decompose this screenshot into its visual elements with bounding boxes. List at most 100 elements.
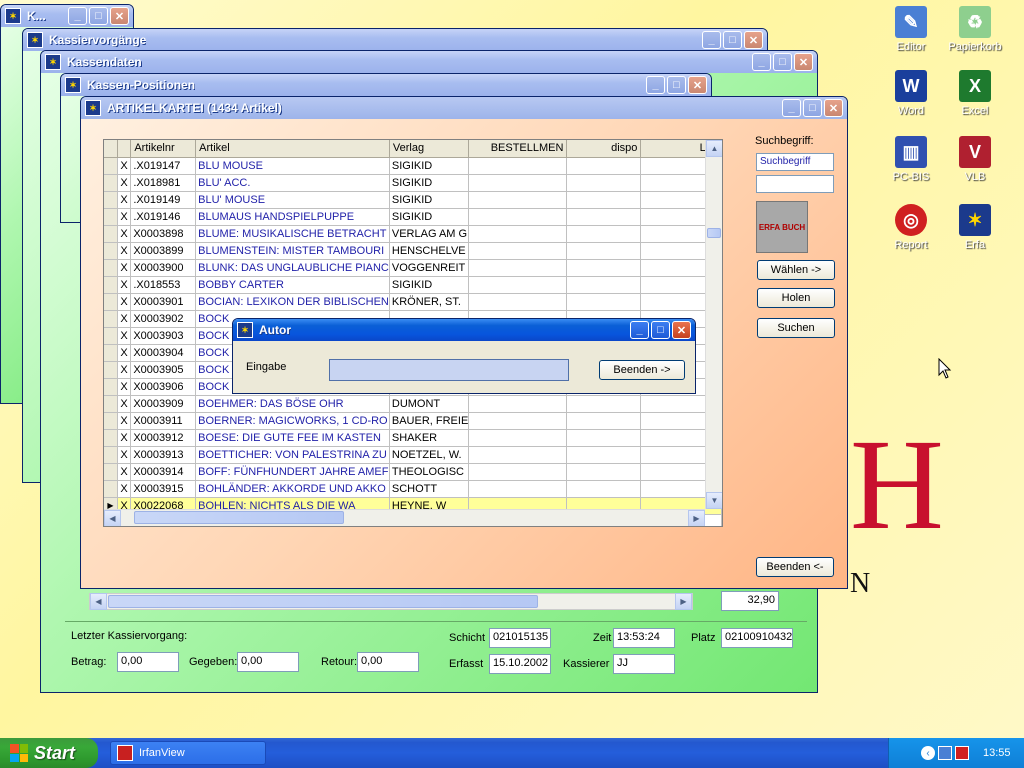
close-icon[interactable]: ✕ [744, 31, 763, 49]
cell-verlag[interactable]: SCHOTT [389, 480, 470, 498]
row-selector[interactable] [104, 242, 118, 260]
row-check[interactable]: X [117, 412, 132, 430]
col-verlag[interactable]: Verlag [389, 140, 470, 158]
table-row[interactable]: X .X019147 BLU MOUSE SIGIKID [104, 157, 722, 175]
cell-verlag[interactable]: SIGIKID [389, 174, 470, 192]
row-selector[interactable] [104, 293, 118, 311]
start-button[interactable]: Start [0, 738, 98, 768]
horizontal-scrollbar[interactable]: ◀ ▶ [89, 593, 693, 610]
cell-bestellmenge[interactable] [468, 446, 568, 464]
row-check[interactable]: X [117, 157, 132, 175]
cell-artikelnr[interactable]: X0003900 [130, 259, 197, 277]
cell-bestellmenge[interactable] [468, 395, 568, 413]
scroll-left-icon[interactable]: ◀ [90, 593, 107, 610]
row-selector[interactable] [104, 361, 118, 379]
row-selector[interactable] [104, 276, 118, 294]
table-row[interactable]: X X0003899 BLUMENSTEIN: MISTER TAMBOURI HEN… [104, 242, 722, 260]
cell-dispo[interactable] [566, 293, 642, 311]
dialog-autor[interactable]: ✶ Autor _ □ ✕ Eingabe Beenden -> [232, 318, 696, 394]
cell-artikel[interactable]: BLU' MOUSE [195, 191, 390, 209]
suchbegriff-field[interactable]: Suchbegriff [756, 153, 834, 171]
table-row[interactable]: X X0003900 BLUNK: DAS UNGLAUBLICHE PIANC VO… [104, 259, 722, 277]
cell-artikel[interactable]: BLU' ACC. [195, 174, 390, 192]
cell-dispo[interactable] [566, 276, 642, 294]
row-selector[interactable] [104, 344, 118, 362]
vertical-scrollbar[interactable]: ▲ ▼ [705, 140, 722, 509]
cell-bestellmenge[interactable] [468, 412, 568, 430]
waehlen-button[interactable]: Wählen -> [757, 260, 835, 280]
minimize-icon[interactable]: _ [68, 7, 87, 25]
table-row[interactable]: X .X019146 BLUMAUS HANDSPIELPUPPE SIGIKID [104, 208, 722, 226]
cell-dispo[interactable] [566, 463, 642, 481]
erfasst-field[interactable]: 15.10.2002 [489, 654, 551, 674]
cell-artikel[interactable]: BOHLÄNDER: AKKORDE UND AKKO [195, 480, 390, 498]
cell-dispo[interactable] [566, 191, 642, 209]
cell-verlag[interactable]: BAUER, FREIE [389, 412, 470, 430]
table-row[interactable]: X X0003911 BOERNER: MAGICWORKS, 1 CD-RO BAU… [104, 412, 722, 430]
row-selector[interactable] [104, 327, 118, 345]
cell-artikelnr[interactable]: X0003901 [130, 293, 197, 311]
cell-dispo[interactable] [566, 157, 642, 175]
row-selector[interactable] [104, 412, 118, 430]
cell-artikel[interactable]: BOERNER: MAGICWORKS, 1 CD-RO [195, 412, 390, 430]
network-icon[interactable] [938, 746, 952, 760]
desktop-icon-pcbis[interactable]: ▥ PC-BIS [876, 136, 946, 183]
cell-artikelnr[interactable]: .X018981 [130, 174, 197, 192]
desktop-icon-erfa[interactable]: ✶ Erfa [940, 204, 1010, 251]
row-check[interactable]: X [117, 327, 132, 345]
row-check[interactable]: X [117, 480, 132, 498]
minimize-icon[interactable]: _ [646, 76, 665, 94]
minimize-icon[interactable]: _ [702, 31, 721, 49]
betrag-field[interactable]: 0,00 [117, 652, 179, 672]
close-icon[interactable]: ✕ [824, 99, 843, 117]
title-bar[interactable]: ✶ K... _ □ ✕ [1, 5, 133, 27]
dialog-beenden-button[interactable]: Beenden -> [599, 360, 685, 380]
cell-bestellmenge[interactable] [468, 293, 568, 311]
title-bar[interactable]: ✶ Autor _ □ ✕ [233, 319, 695, 341]
table-row[interactable]: X X0003909 BOEHMER: DAS BÖSE OHR DUMONT [104, 395, 722, 413]
desktop-icon-papierkorb[interactable]: ♻ Papierkorb [940, 6, 1010, 53]
cell-dispo[interactable] [566, 242, 642, 260]
close-icon[interactable]: ✕ [672, 321, 691, 339]
col-artikelnr[interactable]: Artikelnr [130, 140, 197, 158]
row-selector[interactable] [104, 395, 118, 413]
cell-dispo[interactable] [566, 259, 642, 277]
cell-artikelnr[interactable]: X0003898 [130, 225, 197, 243]
row-check[interactable]: X [117, 378, 132, 396]
schicht-field[interactable]: 021015135 [489, 628, 551, 648]
cell-artikelnr[interactable]: .X019147 [130, 157, 197, 175]
platz-field[interactable]: 02100910432 [721, 628, 793, 648]
cell-artikel[interactable]: BOCIAN: LEXIKON DER BIBLISCHEN [195, 293, 390, 311]
cell-bestellmenge[interactable] [468, 191, 568, 209]
cell-artikelnr[interactable]: X0003912 [130, 429, 197, 447]
cell-verlag[interactable]: HENSCHELVE [389, 242, 470, 260]
table-row[interactable]: X X0003912 BOESE: DIE GUTE FEE IM KASTEN SH… [104, 429, 722, 447]
cell-verlag[interactable]: DUMONT [389, 395, 470, 413]
cell-artikelnr[interactable]: X0003906 [130, 378, 197, 396]
row-selector[interactable] [104, 208, 118, 226]
cell-artikelnr[interactable]: .X019146 [130, 208, 197, 226]
cell-dispo[interactable] [566, 429, 642, 447]
cell-verlag[interactable]: SIGIKID [389, 157, 470, 175]
row-selector[interactable] [104, 259, 118, 277]
cell-verlag[interactable]: VERLAG AM G [389, 225, 470, 243]
cell-dispo[interactable] [566, 395, 642, 413]
cell-artikelnr[interactable]: X0003905 [130, 361, 197, 379]
gegeben-field[interactable]: 0,00 [237, 652, 299, 672]
row-check[interactable]: X [117, 276, 132, 294]
table-row[interactable]: X X0003915 BOHLÄNDER: AKKORDE UND AKKO SCHO… [104, 480, 722, 498]
retour-field[interactable]: 0,00 [357, 652, 419, 672]
suchen-button[interactable]: Suchen [757, 318, 835, 338]
close-icon[interactable]: ✕ [794, 53, 813, 71]
minimize-icon[interactable]: _ [630, 321, 649, 339]
cell-verlag[interactable]: SIGIKID [389, 191, 470, 209]
row-check[interactable]: X [117, 242, 132, 260]
row-check[interactable]: X [117, 429, 132, 447]
scroll-thumb[interactable] [108, 595, 538, 608]
cell-artikelnr[interactable]: X0003915 [130, 480, 197, 498]
title-bar[interactable]: ✶ Kassiervorgänge _ □ ✕ [23, 29, 767, 51]
scroll-thumb[interactable] [134, 511, 344, 524]
cell-bestellmenge[interactable] [468, 463, 568, 481]
row-check[interactable]: X [117, 446, 132, 464]
cell-dispo[interactable] [566, 412, 642, 430]
